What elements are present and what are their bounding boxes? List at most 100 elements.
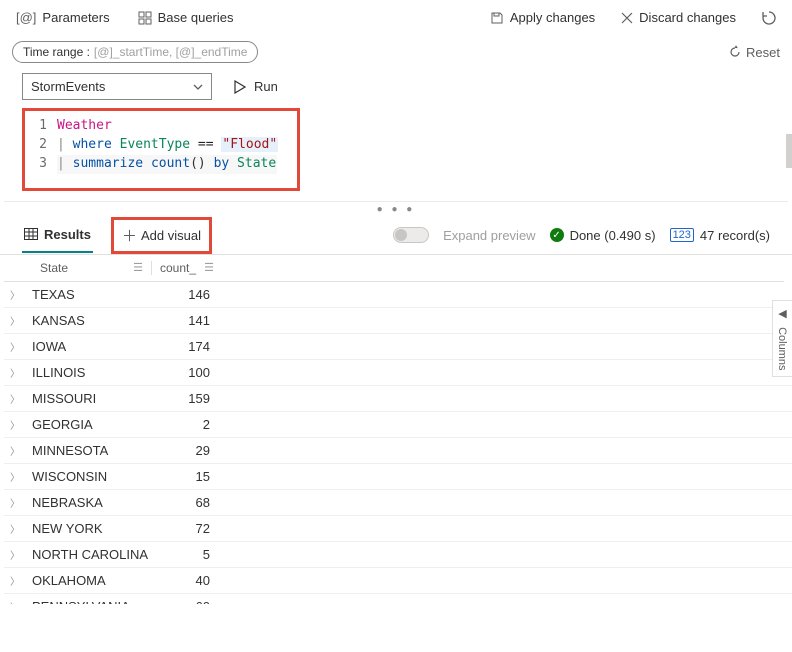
chevron-down-icon	[193, 82, 203, 92]
discard-label: Discard changes	[639, 10, 736, 25]
cell-count: 5	[152, 547, 222, 562]
parameters-button[interactable]: [@] Parameters	[12, 6, 114, 29]
time-range-params: [@]_startTime, [@]_endTime	[94, 45, 248, 59]
expand-row-icon[interactable]: 〉	[10, 391, 32, 406]
discard-changes-button[interactable]: Discard changes	[617, 6, 740, 29]
cell-count: 40	[152, 573, 222, 588]
grid-header: State ☰ count_ ☰	[4, 255, 784, 282]
refresh-button[interactable]	[758, 9, 780, 27]
col-state-label: State	[40, 261, 68, 275]
reset-button[interactable]: Reset	[728, 45, 780, 60]
line-number: 2	[29, 136, 57, 155]
table-icon	[24, 228, 38, 240]
cell-state: GEORGIA	[32, 417, 152, 432]
check-circle-icon: ✓	[550, 228, 564, 242]
status-text: Done (0.490 s)	[570, 228, 656, 243]
cell-state: PENNSYLVANIA	[32, 599, 152, 604]
table-row[interactable]: 〉NEW YORK72	[4, 516, 792, 542]
expand-row-icon[interactable]: 〉	[10, 495, 32, 510]
column-header-state[interactable]: State ☰	[32, 261, 152, 275]
editor-minimap-mark	[786, 134, 792, 168]
cell-state: OKLAHOMA	[32, 573, 152, 588]
expand-row-icon[interactable]: 〉	[10, 547, 32, 562]
apply-label: Apply changes	[510, 10, 595, 25]
cell-count: 174	[152, 339, 222, 354]
code-content[interactable]: Weather	[57, 117, 112, 136]
cell-count: 146	[152, 287, 222, 302]
table-row[interactable]: 〉IOWA174	[4, 334, 792, 360]
editor-line[interactable]: 3| summarize count() by State	[29, 155, 297, 174]
table-row[interactable]: 〉KANSAS141	[4, 308, 792, 334]
cell-count: 29	[152, 443, 222, 458]
tab-results[interactable]: Results	[22, 219, 93, 253]
cell-state: KANSAS	[32, 313, 152, 328]
expand-row-icon[interactable]: 〉	[10, 287, 32, 302]
table-row[interactable]: 〉WISCONSIN15	[4, 464, 792, 490]
col-count-label: count_	[160, 261, 196, 275]
close-icon	[621, 12, 633, 24]
cell-state: TEXAS	[32, 287, 152, 302]
cell-count: 141	[152, 313, 222, 328]
expand-row-icon[interactable]: 〉	[10, 469, 32, 484]
cell-state: ILLINOIS	[32, 365, 152, 380]
results-label: Results	[44, 227, 91, 242]
cell-count: 100	[152, 365, 222, 380]
expand-row-icon[interactable]: 〉	[10, 599, 32, 604]
table-row[interactable]: 〉NORTH CAROLINA5	[4, 542, 792, 568]
grid-icon	[138, 11, 152, 25]
base-queries-button[interactable]: Base queries	[134, 6, 238, 29]
code-content[interactable]: | summarize count() by State	[57, 155, 277, 174]
columns-side-panel[interactable]: ◀ Columns	[772, 300, 792, 377]
parameters-label: Parameters	[42, 10, 109, 25]
table-row[interactable]: 〉GEORGIA2	[4, 412, 792, 438]
table-row[interactable]: 〉MISSOURI159	[4, 386, 792, 412]
source-value: StormEvents	[31, 79, 105, 94]
cell-count: 15	[152, 469, 222, 484]
apply-changes-button[interactable]: Apply changes	[486, 6, 599, 29]
play-icon	[234, 80, 246, 94]
editor-line[interactable]: 1Weather	[29, 117, 297, 136]
save-icon	[490, 11, 504, 25]
run-button[interactable]: Run	[222, 74, 290, 99]
expand-preview-toggle[interactable]	[393, 227, 429, 243]
line-number: 3	[29, 155, 57, 174]
expand-row-icon[interactable]: 〉	[10, 443, 32, 458]
expand-row-icon[interactable]: 〉	[10, 313, 32, 328]
number-icon: 123	[670, 228, 694, 242]
expand-row-icon[interactable]: 〉	[10, 573, 32, 588]
code-content[interactable]: | where EventType == "Flood"	[57, 136, 278, 155]
cell-state: WISCONSIN	[32, 469, 152, 484]
query-editor[interactable]: 1Weather2| where EventType == "Flood"3| …	[22, 108, 300, 191]
expand-row-icon[interactable]: 〉	[10, 339, 32, 354]
editor-line[interactable]: 2| where EventType == "Flood"	[29, 136, 297, 155]
table-row[interactable]: 〉PENNSYLVANIA60	[4, 594, 792, 604]
results-grid[interactable]: 〉TEXAS146〉KANSAS141〉IOWA174〉ILLINOIS100〉…	[4, 282, 792, 604]
cell-state: NORTH CAROLINA	[32, 547, 152, 562]
cell-state: MINNESOTA	[32, 443, 152, 458]
at-sign-icon: [@]	[16, 10, 36, 25]
resize-handle[interactable]: ● ● ●	[0, 202, 792, 217]
add-visual-label: Add visual	[141, 228, 201, 243]
table-row[interactable]: 〉ILLINOIS100	[4, 360, 792, 386]
expand-row-icon[interactable]: 〉	[10, 521, 32, 536]
source-select[interactable]: StormEvents	[22, 73, 212, 100]
columns-label: Columns	[776, 327, 788, 370]
column-menu-icon[interactable]: ☰	[204, 261, 214, 274]
reset-label: Reset	[746, 45, 780, 60]
expand-row-icon[interactable]: 〉	[10, 365, 32, 380]
table-row[interactable]: 〉OKLAHOMA40	[4, 568, 792, 594]
table-row[interactable]: 〉MINNESOTA29	[4, 438, 792, 464]
top-toolbar: [@] Parameters Base queries Apply change…	[0, 0, 792, 35]
time-range-pill[interactable]: Time range : [@]_startTime, [@]_endTime	[12, 41, 258, 63]
cell-state: IOWA	[32, 339, 152, 354]
column-menu-icon[interactable]: ☰	[133, 261, 143, 274]
cell-state: NEW YORK	[32, 521, 152, 536]
run-label: Run	[254, 79, 278, 94]
line-number: 1	[29, 117, 57, 136]
column-header-count[interactable]: count_ ☰	[152, 261, 222, 275]
record-count: 123 47 record(s)	[670, 228, 770, 243]
table-row[interactable]: 〉TEXAS146	[4, 282, 792, 308]
add-visual-button[interactable]: ＋ Add visual	[114, 220, 209, 251]
expand-row-icon[interactable]: 〉	[10, 417, 32, 432]
table-row[interactable]: 〉NEBRASKA68	[4, 490, 792, 516]
